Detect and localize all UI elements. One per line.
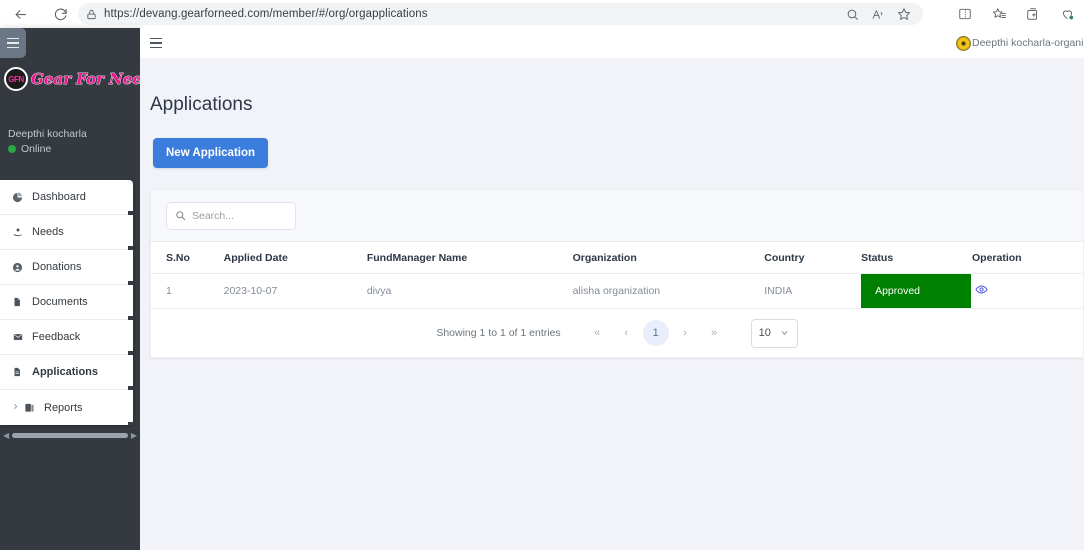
cell-organization: alisha organization: [572, 273, 765, 309]
sidebar-user-block: Deepthi kocharla Online: [8, 128, 87, 155]
pagination-showing-text: Showing 1 to 1 of 1 entries: [436, 327, 561, 339]
status-badge: Approved: [861, 274, 972, 308]
favorite-star-icon[interactable]: [891, 3, 917, 25]
browser-chrome: https://devang.gearforneed.com/member/#/…: [0, 0, 1084, 28]
back-arrow-icon[interactable]: [6, 0, 34, 28]
sidebar-item-reports[interactable]: Reports: [0, 390, 133, 425]
column-header-organization[interactable]: Organization: [572, 242, 765, 274]
collections-favorites-icon[interactable]: [982, 0, 1016, 28]
sidebar: GFN Gear For Need Deepthi kocharla Onlin…: [0, 28, 140, 550]
sidebar-nav: Dashboard Needs Donations Documents Feed…: [0, 180, 133, 425]
search-icon: [175, 210, 186, 221]
pagination-page-1[interactable]: 1: [642, 320, 669, 346]
sidebar-user-status-label: Online: [21, 143, 52, 155]
scroll-right-arrow-icon[interactable]: ▶: [131, 431, 137, 440]
table-row[interactable]: 1 2023-10-07 divya alisha organization I…: [151, 273, 1083, 309]
column-header-country[interactable]: Country: [764, 242, 862, 274]
page-title: Applications: [150, 94, 253, 115]
cell-status: Approved: [861, 273, 972, 309]
sidebar-item-applications[interactable]: Applications: [0, 355, 133, 390]
read-aloud-icon[interactable]: [865, 3, 891, 25]
sidebar-horizontal-scrollbar[interactable]: ◀ ▶: [3, 431, 137, 440]
column-header-applied-date[interactable]: Applied Date: [223, 242, 367, 274]
applications-table: S.No Applied Date FundManager Name Organ…: [151, 242, 1083, 309]
omnibox-actions: [839, 3, 917, 25]
table-header-row: S.No Applied Date FundManager Name Organ…: [151, 242, 1083, 274]
pagination-first-button[interactable]: «: [583, 321, 612, 345]
document-icon: [12, 296, 28, 308]
search-icon[interactable]: [839, 3, 865, 25]
topbar-user-menu[interactable]: Deepthi kocharla-organisation: [956, 28, 1084, 58]
sidebar-user-status: Online: [8, 143, 87, 155]
search-box[interactable]: [166, 201, 296, 230]
address-bar[interactable]: https://devang.gearforneed.com/member/#/…: [78, 3, 923, 25]
chevron-right-icon: [12, 402, 22, 414]
sidebar-item-label: Needs: [32, 226, 64, 238]
column-header-sno[interactable]: S.No: [151, 242, 224, 274]
sidebar-item-label: Applications: [32, 366, 99, 378]
chevron-down-icon: [779, 329, 790, 337]
pagination-next-button[interactable]: ›: [671, 321, 700, 345]
sidebar-item-label: Documents: [32, 296, 88, 308]
hamburger-icon: [7, 36, 19, 49]
sidebar-item-feedback[interactable]: Feedback: [0, 320, 133, 355]
sidebar-user-name: Deepthi kocharla: [8, 128, 87, 140]
avatar: [956, 35, 971, 51]
table-header: S.No Applied Date FundManager Name Organ…: [151, 242, 1083, 274]
sidebar-item-label: Feedback: [32, 331, 81, 343]
cell-country: INDIA: [764, 273, 862, 309]
sidebar-item-label: Donations: [32, 261, 82, 273]
brand-mark-icon: GFN: [4, 67, 28, 91]
pagination-last-button[interactable]: »: [700, 321, 729, 345]
sidebar-item-donations[interactable]: Donations: [0, 250, 133, 285]
page-size-value: 10: [758, 327, 771, 339]
pagination-prev-button[interactable]: ‹: [612, 321, 641, 345]
page-size-select[interactable]: 10: [750, 318, 798, 348]
donations-icon: [12, 262, 28, 273]
browser-essentials-icon[interactable]: [1050, 0, 1084, 28]
search-input[interactable]: [192, 209, 287, 222]
app-window: GFN Gear For Need Deepthi kocharla Onlin…: [0, 28, 1084, 550]
cell-sno: 1: [151, 273, 224, 309]
needs-hand-icon: [12, 227, 28, 238]
reports-book-icon: [24, 402, 40, 413]
sidebar-item-label: Reports: [44, 401, 83, 414]
scroll-left-arrow-icon[interactable]: ◀: [3, 431, 9, 440]
envelope-icon: [12, 332, 28, 342]
table-body: 1 2023-10-07 divya alisha organization I…: [151, 273, 1083, 309]
column-header-fundmanager[interactable]: FundManager Name: [366, 242, 573, 274]
cell-applied-date: 2023-10-07: [223, 273, 367, 309]
collections-icon[interactable]: [1016, 0, 1050, 28]
lock-icon: [78, 9, 104, 20]
sidebar-item-label: Dashboard: [32, 191, 86, 203]
applications-table-card: S.No Applied Date FundManager Name Organ…: [150, 189, 1084, 358]
scrollbar-thumb[interactable]: [12, 433, 128, 438]
brand-name: Gear For Need: [31, 70, 140, 89]
column-header-operation[interactable]: Operation: [972, 242, 1083, 274]
column-header-status[interactable]: Status: [861, 242, 972, 274]
topbar-hamburger-icon[interactable]: [150, 36, 162, 49]
dashboard-pie-icon: [12, 192, 28, 203]
view-eye-icon[interactable]: [975, 283, 988, 296]
main-content: Applications New Application S.No Applie…: [140, 58, 1084, 550]
sidebar-item-needs[interactable]: Needs: [0, 215, 133, 250]
brand-logo[interactable]: GFN Gear For Need: [4, 64, 140, 94]
app-topbar: Deepthi kocharla-organisation: [140, 28, 1084, 58]
table-toolbar: [151, 190, 1083, 242]
url-text: https://devang.gearforneed.com/member/#/…: [104, 8, 428, 20]
split-screen-icon[interactable]: [948, 0, 982, 28]
new-application-button[interactable]: New Application: [153, 138, 269, 168]
application-file-icon: [12, 366, 28, 378]
sidebar-item-dashboard[interactable]: Dashboard: [0, 180, 133, 215]
reload-icon[interactable]: [46, 0, 74, 28]
nav-divider-tick: [128, 422, 133, 425]
pagination: Showing 1 to 1 of 1 entries « ‹ 1 › » 10: [151, 309, 1083, 357]
cell-operation: [972, 273, 1083, 309]
sidebar-item-documents[interactable]: Documents: [0, 285, 133, 320]
cell-fundmanager-name: divya: [366, 273, 573, 309]
browser-toolbar-icons: [948, 0, 1084, 28]
topbar-username: Deepthi kocharla-organisation: [972, 37, 1084, 49]
online-dot-icon: [8, 145, 16, 153]
sidebar-toggle-button[interactable]: [0, 28, 26, 58]
